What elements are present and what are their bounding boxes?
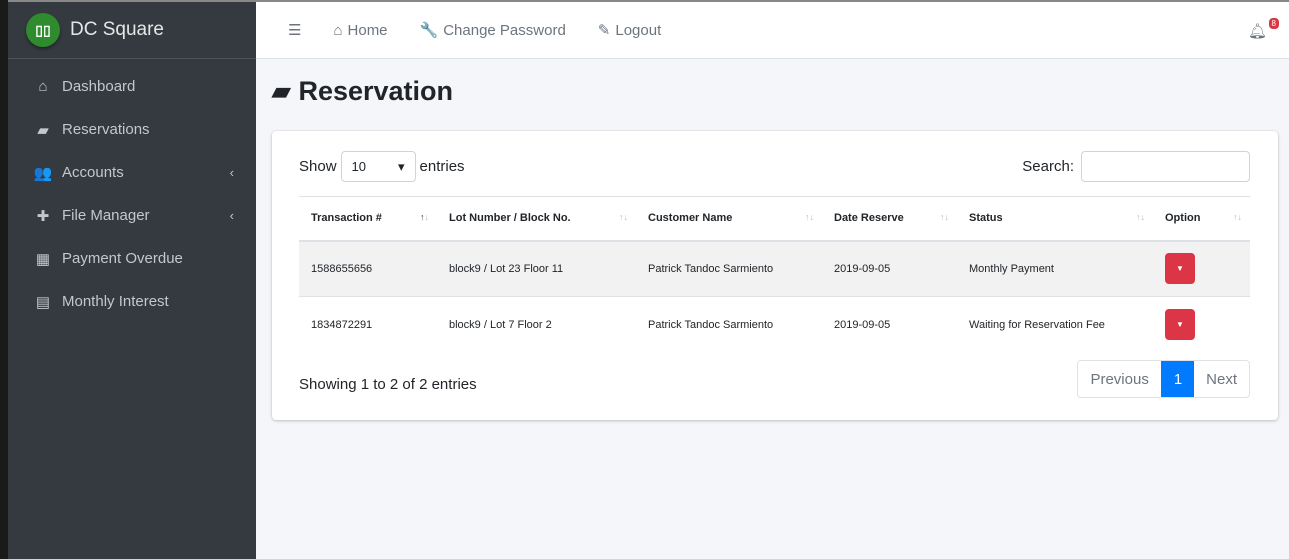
sidebar-item-label: Monthly Interest	[62, 293, 169, 310]
plus-icon: ✚	[36, 207, 50, 225]
table-info: Showing 1 to 2 of 2 entries	[299, 376, 477, 393]
entries-length-control: Show 10 ▾ entries	[299, 151, 465, 182]
sidebar: ▯▯ DC Square ⌂ Dashboard ▰ Reservations 👥 A…	[8, 2, 256, 559]
entries-value: 10	[351, 159, 366, 174]
table-row: 1834872291 block9 / Lot 7 Floor 2 Patrick …	[299, 296, 1250, 353]
edit-icon: ✎	[597, 22, 611, 39]
sidebar-item-reservations[interactable]: ▰ Reservations	[8, 108, 256, 151]
table-cell: Patrick Tandoc Sarmiento	[636, 240, 822, 297]
option-dropdown-button[interactable]: ▼	[1165, 253, 1195, 285]
sort-icon: ↑↓	[1136, 212, 1145, 223]
nav-home-link[interactable]: ⌂ Home	[333, 22, 387, 39]
book-icon: ▰	[272, 78, 291, 105]
sort-icon: ↑↓	[805, 212, 814, 223]
sidebar-item-label: Accounts	[62, 164, 124, 181]
sidebar-item-label: Dashboard	[62, 78, 136, 95]
column-header-label: Customer Name	[648, 212, 733, 225]
column-header-label: Transaction #	[311, 212, 382, 225]
brand-link[interactable]: ▯▯ DC Square	[8, 2, 256, 59]
brand-name: DC Square	[70, 19, 164, 40]
bell-icon[interactable]: 🔔︎	[1248, 22, 1267, 40]
table-cell: 1588655656	[299, 240, 437, 297]
previous-button[interactable]: Previous	[1078, 361, 1160, 397]
option-cell: ▼	[1153, 296, 1250, 353]
search-input[interactable]	[1081, 151, 1250, 182]
sidebar-item-accounts[interactable]: 👥 Accounts ‹	[8, 151, 256, 194]
notification-badge: 8	[1268, 18, 1279, 29]
wrench-icon: 🔧	[419, 22, 439, 39]
option-dropdown-button[interactable]: ▼	[1165, 309, 1195, 341]
search-control: Search:	[1022, 151, 1250, 182]
sidebar-item-payment-overdue[interactable]: ▦ Payment Overdue	[8, 237, 256, 280]
calendar-icon: ▤	[35, 293, 51, 311]
reservations-card: Show 10 ▾ entries Search: Transaction # ↑↓…	[272, 131, 1278, 420]
table-cell: 2019-09-05	[822, 240, 957, 297]
table-cell: block9 / Lot 7 Floor 2	[437, 296, 636, 353]
menu-toggle-button[interactable]: ☰	[288, 21, 301, 39]
column-header[interactable]: Option ↑↓	[1153, 196, 1250, 242]
entries-select[interactable]: 10 ▾	[340, 151, 416, 182]
column-header[interactable]: Customer Name ↑↓	[636, 196, 822, 242]
home-icon: ⌂	[38, 78, 48, 95]
column-header[interactable]: Date Reserve ↑↓	[822, 196, 957, 242]
table-cell: 2019-09-05	[822, 296, 957, 353]
chevron-left-icon: ‹	[229, 165, 234, 180]
column-header-label: Lot Number / Block No.	[449, 212, 571, 225]
option-cell: ▼	[1153, 240, 1250, 297]
sidebar-item-label: File Manager	[62, 207, 150, 224]
table-row: 1588655656 block9 / Lot 23 Floor 11 Patric…	[299, 240, 1250, 297]
window-left-edge	[0, 0, 8, 559]
column-header-label: Status	[969, 212, 1003, 225]
table-cell: Waiting for Reservation Fee	[957, 296, 1153, 353]
sidebar-item-file-manager[interactable]: ✚ File Manager ‹	[8, 194, 256, 237]
brand-logo: ▯▯	[26, 13, 60, 47]
nav-change-password-link[interactable]: 🔧 Change Password	[419, 21, 566, 40]
column-header[interactable]: Lot Number / Block No. ↑↓	[437, 196, 636, 242]
page-title-text: Reservation	[298, 76, 454, 106]
table-cell: block9 / Lot 23 Floor 11	[437, 240, 636, 297]
reservations-table: Transaction # ↑↓ Lot Number / Block No. ↑↓ C…	[299, 196, 1250, 353]
column-header-label: Date Reserve	[834, 212, 904, 225]
table-cell: Monthly Payment	[957, 240, 1153, 297]
pagination: Previous 1 Next	[1077, 360, 1250, 398]
table-cell: 1834872291	[299, 296, 437, 353]
page-title: ▰ Reservation	[272, 76, 453, 107]
sort-icon: ↑↓	[940, 212, 949, 223]
sort-icon: ↑↓	[420, 212, 429, 223]
nav-logout-label: Logout	[615, 21, 662, 39]
search-label: Search:	[1022, 158, 1074, 175]
users-icon: 👥	[33, 164, 53, 182]
table-cell: Patrick Tandoc Sarmiento	[636, 296, 822, 353]
caret-down-icon: ▼	[1176, 264, 1184, 274]
column-header-label: Option	[1165, 212, 1201, 225]
chevron-left-icon: ‹	[229, 208, 234, 223]
grid-icon: ▦	[35, 250, 51, 268]
sort-icon: ↑↓	[619, 212, 628, 223]
hamburger-icon: ☰	[288, 22, 302, 39]
next-button[interactable]: Next	[1194, 361, 1249, 397]
sidebar-item-monthly-interest[interactable]: ▤ Monthly Interest	[8, 280, 256, 323]
sidebar-item-label: Payment Overdue	[62, 250, 183, 267]
sidebar-item-dashboard[interactable]: ⌂ Dashboard	[8, 65, 256, 108]
show-label: Show	[299, 158, 337, 175]
home-icon: ⌂	[333, 21, 343, 39]
nav-logout-link[interactable]: ✎ Logout	[597, 21, 662, 40]
top-navbar: ☰ ⌂ Home 🔧 Change Password ✎ Logout 🔔︎ 8	[256, 2, 1289, 59]
sidebar-item-label: Reservations	[62, 121, 150, 138]
nav-change-password-label: Change Password	[443, 21, 566, 39]
caret-down-icon: ▼	[1176, 320, 1184, 330]
sort-icon: ↑↓	[1233, 212, 1242, 223]
caret-down-icon: ▾	[398, 158, 405, 174]
entries-label: entries	[419, 158, 465, 175]
book-icon: ▰	[37, 121, 49, 139]
page-1-button[interactable]: 1	[1160, 361, 1195, 397]
nav-home-label: Home	[347, 21, 388, 39]
column-header[interactable]: Status ↑↓	[957, 196, 1153, 242]
column-header[interactable]: Transaction # ↑↓	[299, 196, 437, 242]
